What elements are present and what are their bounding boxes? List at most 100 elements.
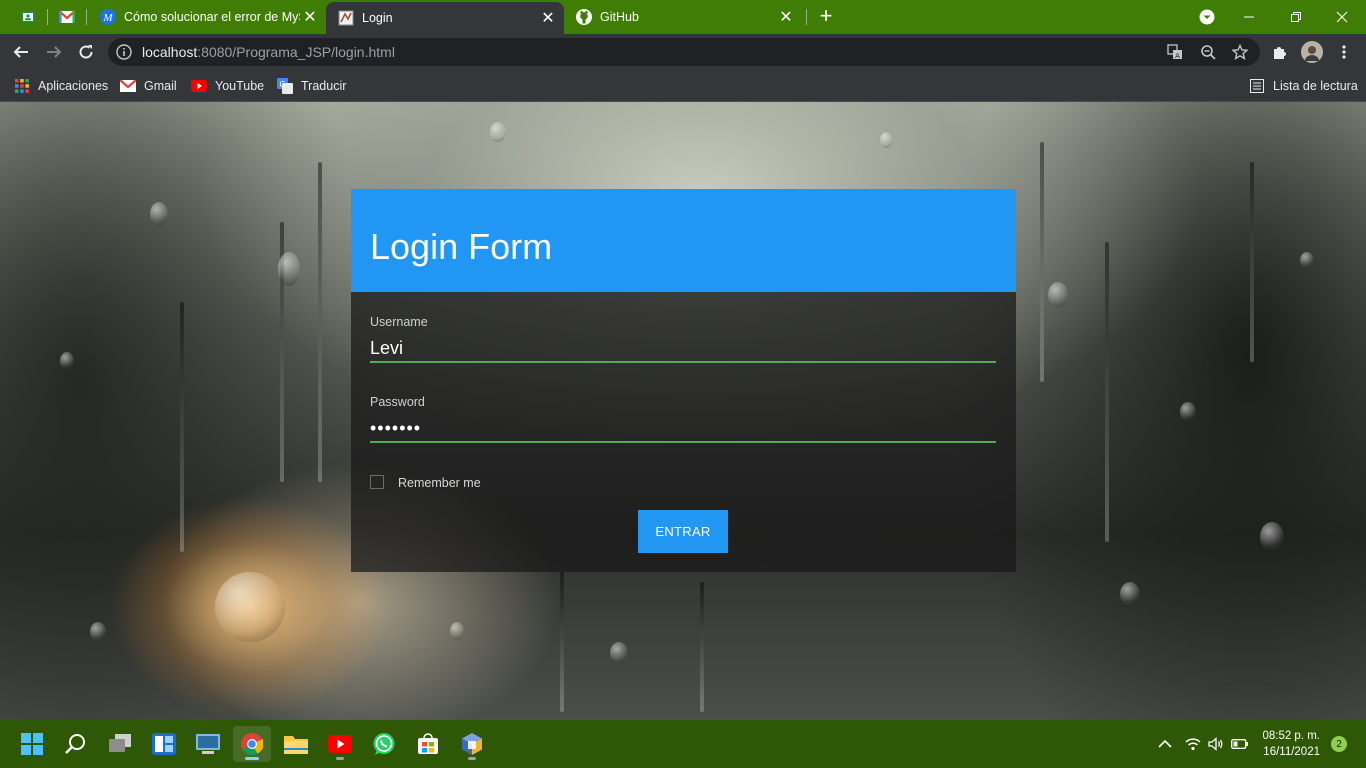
info-icon[interactable] <box>116 44 132 60</box>
widgets-icon <box>152 733 176 755</box>
remember-me-checkbox[interactable] <box>370 475 384 489</box>
close-icon[interactable]: ✕ <box>776 7 796 27</box>
forward-button[interactable] <box>40 38 68 66</box>
close-icon[interactable]: ✕ <box>538 8 558 28</box>
clock-date: 16/11/2021 <box>1263 746 1320 758</box>
system-clock[interactable]: 08:52 p. m. 16/11/2021 <box>1254 728 1320 760</box>
tab-separator <box>806 9 807 25</box>
browser-toolbar: localhost:8080/Programa_JSP/login.html A <box>0 34 1366 70</box>
bookmark-youtube[interactable]: YouTube <box>191 76 264 96</box>
close-icon <box>1336 11 1348 23</box>
avatar-icon <box>1301 41 1323 63</box>
new-tab-button[interactable]: + <box>814 5 838 28</box>
url-text[interactable]: localhost:8080/Programa_JSP/login.html <box>142 44 395 60</box>
chrome-menu-button[interactable] <box>1330 38 1358 66</box>
url-path: :8080/Programa_JSP/login.html <box>197 44 395 60</box>
forward-arrow-icon <box>47 46 62 58</box>
reading-list-button[interactable]: Lista de lectura <box>1249 76 1358 96</box>
start-button[interactable] <box>13 726 51 762</box>
tab-login[interactable]: Login ✕ <box>326 2 564 34</box>
bookmark-star-icon[interactable] <box>1229 42 1251 62</box>
whatsapp-icon <box>373 733 395 755</box>
extensions-button[interactable] <box>1266 38 1294 66</box>
running-indicator <box>468 757 476 760</box>
classroom-icon <box>21 11 35 23</box>
file-explorer-button[interactable] <box>277 726 315 762</box>
bookmark-gmail[interactable]: Gmail <box>120 76 177 96</box>
pinned-tab-classroom[interactable] <box>15 5 41 29</box>
remote-desktop-button[interactable] <box>189 726 227 762</box>
search-button[interactable] <box>57 726 95 762</box>
tab-mysql-error[interactable]: M Cómo solucionar el error de MyS ✕ <box>88 0 326 34</box>
password-label: Password <box>370 395 425 409</box>
whatsapp-button[interactable] <box>365 726 403 762</box>
speaker-icon <box>1208 737 1223 751</box>
search-icon <box>65 734 85 754</box>
submit-button[interactable]: ENTRAR <box>638 510 728 553</box>
reading-list-icon <box>1249 78 1265 94</box>
gmail-icon <box>120 78 136 94</box>
youtube-app-button[interactable] <box>321 726 359 762</box>
translate-icon: G <box>277 78 293 94</box>
youtube-app-icon <box>328 735 352 753</box>
password-input[interactable] <box>370 415 996 443</box>
wifi-button[interactable] <box>1183 734 1203 754</box>
tab-search-button[interactable] <box>1184 0 1230 34</box>
bookmarks-bar: Aplicaciones Gmail YouTube G Traducir Li… <box>0 70 1366 102</box>
bookmark-label: Gmail <box>144 79 177 93</box>
battery-icon <box>1231 739 1248 749</box>
translate-page-icon[interactable]: A <box>1164 42 1186 62</box>
page-icon <box>338 10 354 26</box>
chevron-up-icon <box>1158 739 1172 748</box>
github-icon <box>576 9 592 25</box>
apps-grid-icon <box>14 78 30 94</box>
start-icon <box>21 733 43 755</box>
restore-button[interactable] <box>1273 0 1319 34</box>
back-button[interactable] <box>7 38 35 66</box>
bookmark-label: Traducir <box>301 79 347 93</box>
minimize-button[interactable] <box>1226 0 1272 34</box>
file-explorer-icon <box>284 736 308 754</box>
bookmark-label: YouTube <box>215 79 265 93</box>
close-window-button[interactable] <box>1319 0 1365 34</box>
show-hidden-icons-button[interactable] <box>1155 734 1175 754</box>
back-arrow-icon <box>13 46 28 58</box>
chrome-taskbar-button[interactable] <box>233 726 271 762</box>
clock-time: 08:52 p. m. <box>1262 730 1320 742</box>
volume-button[interactable] <box>1206 734 1226 754</box>
virtualbox-icon <box>462 733 482 755</box>
profile-avatar[interactable] <box>1298 38 1326 66</box>
remote-desktop-icon <box>196 734 220 754</box>
tab-github[interactable]: GitHub ✕ <box>564 0 802 34</box>
page-viewport: Login Form Username Password Remember me… <box>0 102 1366 720</box>
virtualbox-button[interactable] <box>453 726 491 762</box>
remember-me-label: Remember me <box>398 476 481 490</box>
svg-text:A: A <box>1175 52 1180 60</box>
task-view-button[interactable] <box>101 726 139 762</box>
close-icon[interactable]: ✕ <box>300 7 320 27</box>
svg-text:M: M <box>102 12 113 24</box>
reading-list-label: Lista de lectura <box>1273 79 1358 93</box>
address-bar[interactable]: localhost:8080/Programa_JSP/login.html A <box>108 38 1260 66</box>
svg-text:G: G <box>279 80 285 89</box>
chrome-icon <box>241 733 263 755</box>
bookmark-apps[interactable]: Aplicaciones <box>14 76 108 96</box>
notification-badge[interactable]: 2 <box>1331 736 1347 752</box>
battery-button[interactable] <box>1230 734 1250 754</box>
chevron-down-icon <box>1199 9 1215 25</box>
bookmark-translate[interactable]: G Traducir <box>277 76 346 96</box>
pinned-tab-gmail[interactable] <box>54 5 80 29</box>
store-icon <box>418 733 438 754</box>
username-input[interactable] <box>370 335 996 363</box>
reload-button[interactable] <box>72 38 100 66</box>
login-title: Login Form <box>370 226 553 267</box>
reload-icon <box>79 45 93 59</box>
mysql-site-icon: M <box>100 9 116 25</box>
store-button[interactable] <box>409 726 447 762</box>
youtube-icon <box>191 78 207 94</box>
widgets-button[interactable] <box>145 726 183 762</box>
puzzle-icon <box>1274 47 1286 59</box>
gmail-icon <box>59 10 75 23</box>
zoom-icon[interactable] <box>1197 42 1219 62</box>
bookmark-label: Aplicaciones <box>38 79 109 93</box>
